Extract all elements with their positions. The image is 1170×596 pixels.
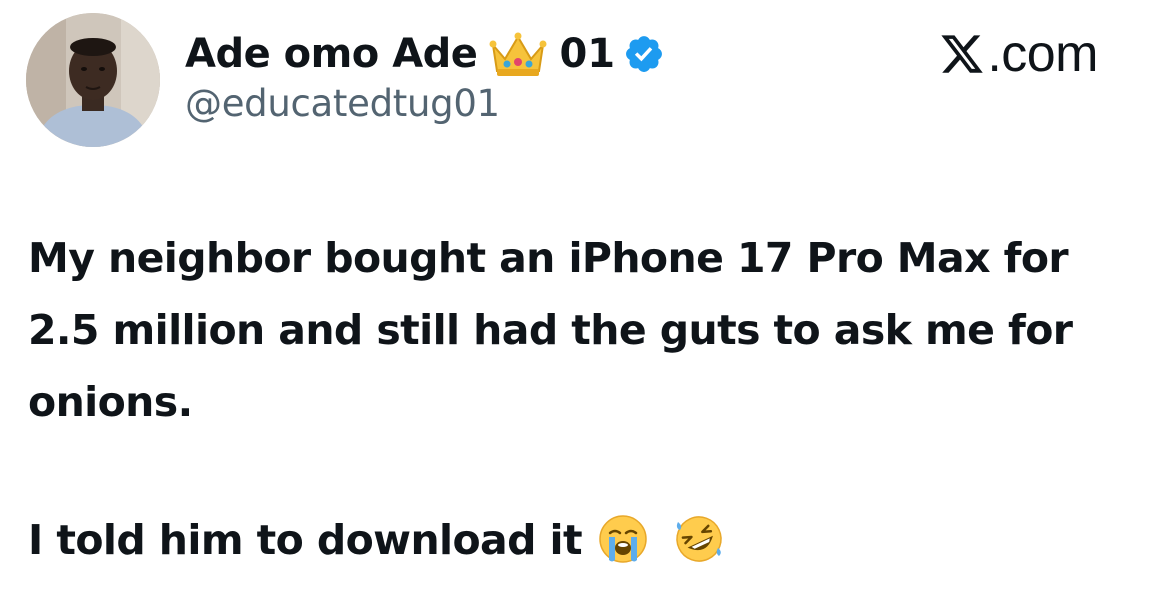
- x-com-brand[interactable]: .com: [939, 24, 1098, 84]
- author-display-name[interactable]: Ade omo Ade: [185, 31, 478, 77]
- author-name-row[interactable]: Ade omo Ade 01: [185, 26, 665, 82]
- crown-icon: [489, 29, 547, 79]
- tweet-text-line: onions.: [28, 378, 193, 426]
- rolling-on-floor-laughing-icon: [674, 514, 724, 564]
- avatar-photo: [26, 13, 160, 147]
- tweet-text-line-final: I told him to download it: [28, 504, 1148, 576]
- tweet-text-line-content: I told him to download it: [28, 516, 583, 564]
- tweet-text-line: 2.5 million and still had the guts to as…: [28, 306, 1073, 354]
- author-name-suffix[interactable]: 01: [559, 31, 615, 77]
- tweet-text: My neighbor bought an iPhone 17 Pro Max …: [28, 222, 1148, 576]
- tweet-text-line: My neighbor bought an iPhone 17 Pro Max …: [28, 234, 1069, 282]
- verified-icon[interactable]: [623, 33, 665, 75]
- brand-domain-suffix: .com: [987, 25, 1098, 83]
- x-logo-icon: [939, 31, 985, 77]
- loudly-crying-face-icon: [598, 514, 648, 564]
- tweet-header: Ade omo Ade 01 @educatedtug01 .com: [0, 0, 1170, 160]
- author-handle[interactable]: @educatedtug01: [185, 82, 500, 125]
- avatar[interactable]: [26, 13, 160, 147]
